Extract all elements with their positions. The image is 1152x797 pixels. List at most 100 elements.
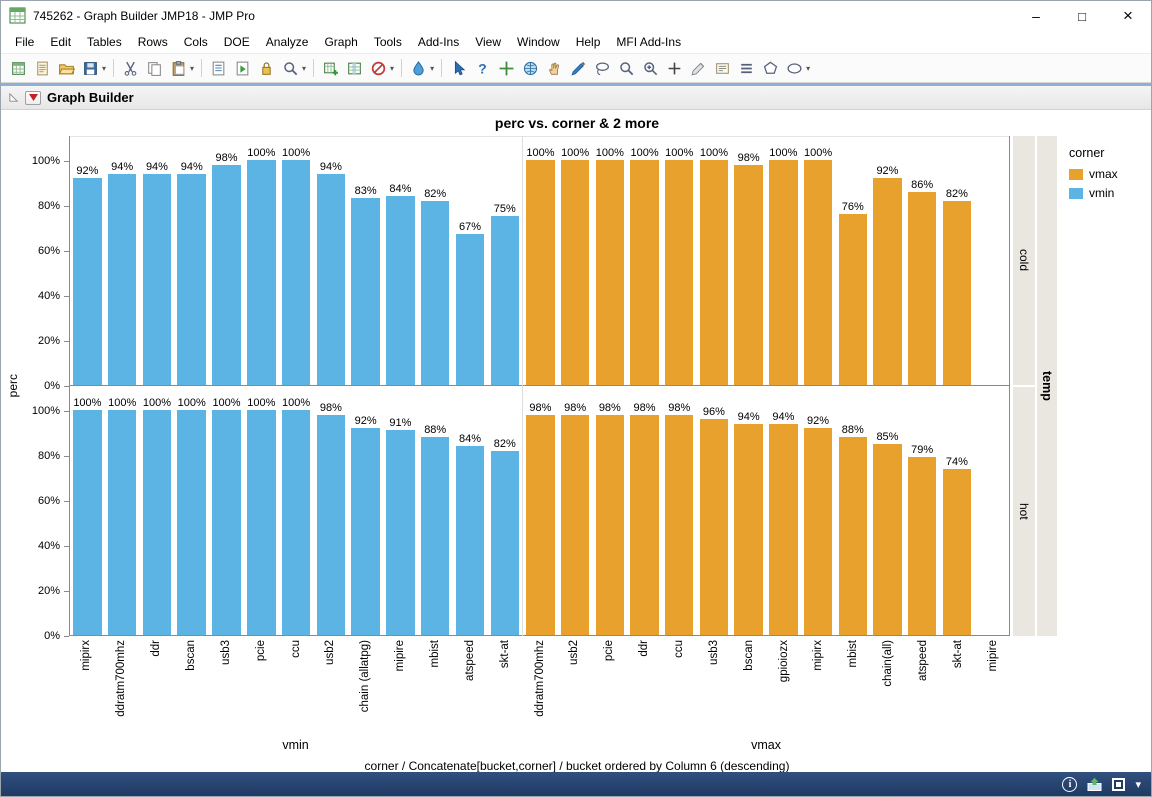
bar-ccu[interactable] [281, 160, 311, 385]
row-facet-label-hot[interactable]: hot [1013, 387, 1035, 636]
collapse-triangle-icon[interactable] [8, 92, 19, 103]
x-tick-label[interactable]: ddratm700mhz [115, 640, 127, 717]
bar-usb3[interactable] [212, 164, 241, 385]
x-tick-label[interactable]: mipire [394, 640, 406, 671]
bar-mbist[interactable] [838, 437, 867, 635]
run-script-icon[interactable] [231, 57, 253, 79]
bar-chain-all-[interactable] [873, 178, 902, 385]
bar-pcie[interactable] [595, 414, 625, 635]
bar-gpioiozx[interactable] [769, 160, 798, 385]
polygon-tool-icon[interactable] [759, 57, 781, 79]
bar-ddr[interactable] [142, 173, 172, 385]
x-tick-label[interactable]: ccu [673, 640, 685, 658]
menu-tables[interactable]: Tables [79, 33, 130, 51]
menu-tools[interactable]: Tools [366, 33, 410, 51]
x-tick-label[interactable]: pcie [603, 640, 615, 661]
oval-tool-icon[interactable] [783, 57, 805, 79]
x-tick-label[interactable]: mipire [987, 640, 999, 671]
status-checkbox[interactable] [1112, 777, 1126, 791]
search-icon[interactable] [279, 57, 301, 79]
bar-bscan[interactable] [734, 164, 763, 385]
window-manager-icon[interactable] [1087, 777, 1102, 792]
x-tick-label[interactable]: chain(all) [882, 640, 894, 687]
red-triangle-menu-icon[interactable] [25, 90, 41, 105]
x-tick-label[interactable]: usb2 [324, 640, 336, 665]
bar-atspeed[interactable] [455, 234, 485, 385]
menu-cols[interactable]: Cols [176, 33, 216, 51]
x-tick-label[interactable]: ccu [290, 640, 302, 658]
x-tick-label[interactable]: usb3 [708, 640, 720, 665]
toolbar-dropdown-icon[interactable]: ▾ [390, 64, 394, 73]
legend-entry-vmax[interactable]: vmax [1069, 167, 1149, 181]
bar-chain-allatpg-[interactable] [351, 428, 380, 635]
x-tick-label[interactable]: usb2 [568, 640, 580, 665]
bar-ddratm700mhz[interactable] [526, 160, 555, 385]
grabber-tool-icon[interactable] [543, 57, 565, 79]
menu-doe[interactable]: DOE [216, 33, 258, 51]
bar-usb2[interactable] [316, 173, 346, 385]
new-data-table-icon[interactable] [7, 57, 29, 79]
help-tool-icon[interactable]: ? [471, 57, 493, 79]
x-tick-label[interactable]: skt-at [499, 640, 511, 668]
legend-entry-vmin[interactable]: vmin [1069, 186, 1149, 200]
paste-icon[interactable] [167, 57, 189, 79]
bar-ddratm700mhz[interactable] [107, 410, 137, 635]
x-tick-label[interactable]: mbist [847, 640, 859, 667]
bar-chain-allatpg-[interactable] [351, 198, 380, 385]
globe-tool-icon[interactable] [519, 57, 541, 79]
bar-ccu[interactable] [665, 160, 694, 385]
arrow-tool-icon[interactable] [447, 57, 469, 79]
menu-file[interactable]: File [7, 33, 42, 51]
crosshair-tool-icon[interactable] [495, 57, 517, 79]
maximize-button[interactable]: □ [1059, 1, 1105, 31]
toolbar-dropdown-icon[interactable]: ▾ [302, 64, 306, 73]
x-tick-label[interactable]: mipirx [80, 640, 92, 671]
toolbar-dropdown-icon[interactable]: ▾ [102, 64, 106, 73]
toolbar-dropdown-icon[interactable]: ▾ [190, 64, 194, 73]
menu-analyze[interactable]: Analyze [258, 33, 317, 51]
brush-tool-icon[interactable] [567, 57, 589, 79]
save-icon[interactable] [79, 57, 101, 79]
x-tick-label[interactable]: usb3 [220, 640, 232, 665]
exclude-rows-icon[interactable] [367, 57, 389, 79]
toolbar-dropdown-icon[interactable]: ▾ [430, 64, 434, 73]
bar-skt-at[interactable] [490, 450, 520, 635]
bar-bscan[interactable] [177, 410, 206, 635]
bar-skt-at[interactable] [490, 216, 520, 385]
bar-usb2[interactable] [560, 160, 590, 385]
bar-mipire[interactable] [386, 430, 415, 635]
menu-help[interactable]: Help [568, 33, 609, 51]
menu-edit[interactable]: Edit [42, 33, 79, 51]
bar-pcie[interactable] [247, 160, 276, 385]
bar-gpioiozx[interactable] [769, 423, 798, 635]
x-tick-label[interactable]: atspeed [917, 640, 929, 681]
list-tool-icon[interactable] [735, 57, 757, 79]
x-tick-label[interactable]: bscan [185, 640, 197, 671]
bar-chain-all-[interactable] [873, 443, 902, 635]
menu-window[interactable]: Window [509, 33, 568, 51]
bar-usb3[interactable] [699, 160, 729, 385]
bar-atspeed[interactable] [907, 457, 937, 635]
x-tick-label[interactable]: ddr [150, 640, 162, 657]
bar-mipirx[interactable] [803, 160, 833, 385]
bar-pcie[interactable] [247, 410, 276, 635]
facet-variable-strip[interactable]: temp [1037, 136, 1057, 636]
cut-icon[interactable] [119, 57, 141, 79]
menu-graph[interactable]: Graph [316, 33, 365, 51]
bar-ddr[interactable] [142, 410, 172, 635]
bar-skt-at[interactable] [942, 468, 972, 635]
bar-skt-at[interactable] [942, 200, 972, 385]
menu-view[interactable]: View [467, 33, 509, 51]
annotate-tool-icon[interactable] [711, 57, 733, 79]
y-axis[interactable]: 0% 20% 40% 60% 80% 100% 0% 20% 40% 60% 80% 100% [21, 136, 69, 642]
menu-rows[interactable]: Rows [130, 33, 176, 51]
bar-bscan[interactable] [177, 173, 206, 385]
x-tick-label[interactable]: gpioiozx [778, 640, 790, 682]
x-group-label-vmin[interactable]: vmin [69, 736, 522, 754]
bar-bscan[interactable] [734, 423, 763, 635]
copy-icon[interactable] [143, 57, 165, 79]
x-group-label-vmax[interactable]: vmax [522, 736, 1010, 754]
bar-usb2[interactable] [316, 414, 346, 635]
toolbar-dropdown-icon[interactable]: ▾ [806, 64, 810, 73]
bar-mipirx[interactable] [73, 178, 102, 385]
